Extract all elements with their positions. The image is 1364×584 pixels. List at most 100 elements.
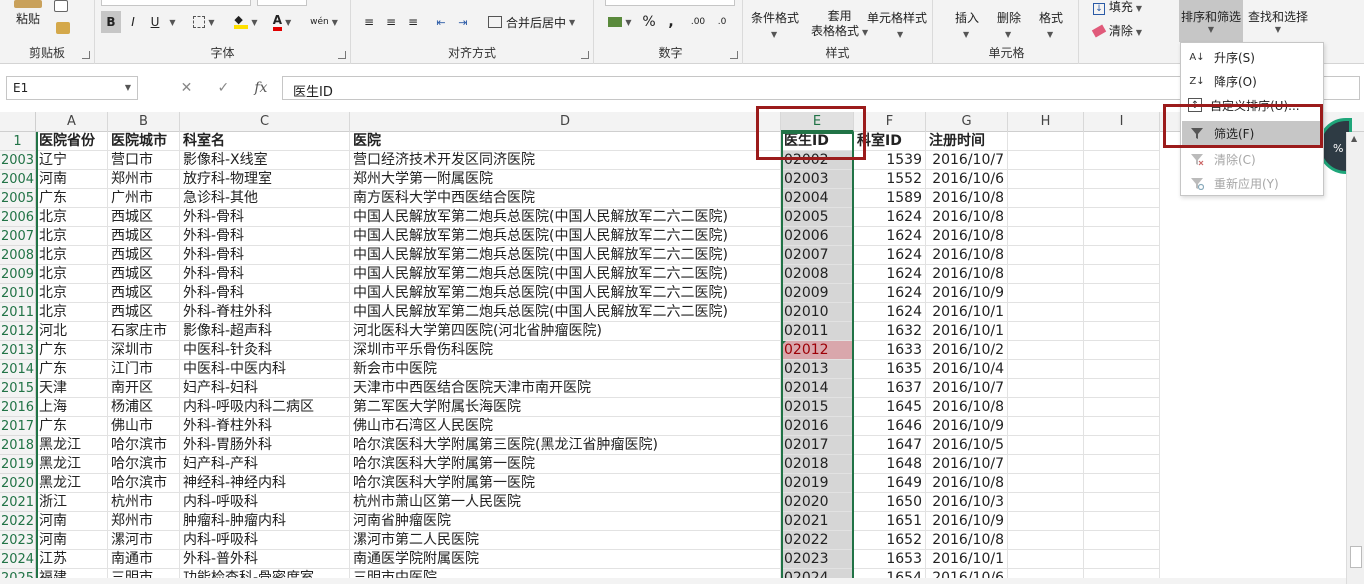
cell-h[interactable] — [1008, 170, 1084, 189]
cell-a[interactable]: 广东 — [36, 341, 108, 360]
cell-a[interactable]: 黑龙江 — [36, 436, 108, 455]
cell-h[interactable] — [1008, 531, 1084, 550]
cell-e[interactable]: 02013 — [781, 360, 854, 379]
fill-button[interactable]: ↓ 填充 ▼ — [1093, 0, 1142, 15]
cell-h[interactable] — [1008, 322, 1084, 341]
cell-h[interactable] — [1008, 493, 1084, 512]
alignment-launcher-icon[interactable] — [581, 51, 589, 59]
cell-g[interactable]: 2016/10/5 — [926, 436, 1008, 455]
cell-h[interactable] — [1008, 436, 1084, 455]
cell-a[interactable]: 北京 — [36, 246, 108, 265]
cell-i[interactable] — [1084, 436, 1160, 455]
cell-a[interactable]: 广东 — [36, 189, 108, 208]
cell-d[interactable]: 深圳市平乐骨伤科医院 — [350, 341, 781, 360]
cell-h[interactable] — [1008, 265, 1084, 284]
cell-i[interactable] — [1084, 246, 1160, 265]
cell-c[interactable]: 肿瘤科-肿瘤内科 — [180, 512, 350, 531]
cell-d[interactable]: 营口经济技术开发区同济医院 — [350, 151, 781, 170]
cell-g[interactable]: 2016/10/8 — [926, 474, 1008, 493]
cell-i[interactable] — [1084, 474, 1160, 493]
cell-i[interactable] — [1084, 379, 1160, 398]
cell-b[interactable]: 西城区 — [108, 246, 180, 265]
cell-b[interactable]: 医院城市 — [108, 132, 180, 151]
cell-a[interactable]: 上海 — [36, 398, 108, 417]
cell-c[interactable]: 中医科-针灸科 — [180, 341, 350, 360]
cell-d[interactable]: 中国人民解放军第二炮兵总医院(中国人民解放军二六二医院) — [350, 227, 781, 246]
cell-c[interactable]: 放疗科-物理室 — [180, 170, 350, 189]
cell-i[interactable] — [1084, 531, 1160, 550]
cell-d[interactable]: 中国人民解放军第二炮兵总医院(中国人民解放军二六二医院) — [350, 265, 781, 284]
row-header[interactable]: 2005 — [0, 189, 36, 208]
cell-a[interactable]: 河北 — [36, 322, 108, 341]
cell-h[interactable] — [1008, 341, 1084, 360]
cell-i[interactable] — [1084, 341, 1160, 360]
cell-c[interactable]: 外科-骨科 — [180, 227, 350, 246]
clipboard-launcher-icon[interactable] — [82, 51, 90, 59]
format-painter-icon[interactable] — [56, 22, 70, 34]
cell-g[interactable]: 2016/10/1 — [926, 550, 1008, 569]
cell-h[interactable] — [1008, 455, 1084, 474]
font-name-select[interactable] — [101, 0, 251, 6]
font-launcher-icon[interactable] — [338, 51, 346, 59]
cell-c[interactable]: 妇产科-妇科 — [180, 379, 350, 398]
cell-h[interactable] — [1008, 417, 1084, 436]
cell-e[interactable]: 02014 — [781, 379, 854, 398]
row-header[interactable]: 2015 — [0, 379, 36, 398]
cell-h[interactable] — [1008, 512, 1084, 531]
phonetic-button[interactable]: wén ▼ — [307, 11, 341, 33]
cell-d[interactable]: 医院 — [350, 132, 781, 151]
cell-f[interactable]: 1647 — [854, 436, 926, 455]
cell-d[interactable]: 中国人民解放军第二炮兵总医院(中国人民解放军二六二医院) — [350, 208, 781, 227]
cell-c[interactable]: 外科-脊柱外科 — [180, 417, 350, 436]
scroll-up-icon[interactable]: ▲ — [1351, 134, 1357, 143]
cell-a[interactable]: 北京 — [36, 227, 108, 246]
cell-i[interactable] — [1084, 227, 1160, 246]
cell-a[interactable]: 河南 — [36, 170, 108, 189]
cell-e[interactable]: 02005 — [781, 208, 854, 227]
column-header-b[interactable]: B — [108, 112, 180, 132]
row-header[interactable]: 2014 — [0, 360, 36, 379]
cell-c[interactable]: 外科-胃肠外科 — [180, 436, 350, 455]
font-color-button[interactable]: A ▼ — [265, 11, 299, 33]
cell-a[interactable]: 辽宁 — [36, 151, 108, 170]
underline-dropdown-icon[interactable]: ▼ — [165, 11, 177, 33]
cell-i[interactable] — [1084, 493, 1160, 512]
cell-i[interactable] — [1084, 512, 1160, 531]
cell-b[interactable]: 营口市 — [108, 151, 180, 170]
cell-g[interactable]: 2016/10/7 — [926, 151, 1008, 170]
cell-h[interactable] — [1008, 208, 1084, 227]
cell-i[interactable] — [1084, 284, 1160, 303]
cell-f[interactable]: 1646 — [854, 417, 926, 436]
merge-center-button[interactable]: 合并后居中 ▼ — [485, 11, 587, 33]
cell-c[interactable]: 外科-骨科 — [180, 265, 350, 284]
cell-a[interactable]: 河南 — [36, 531, 108, 550]
comma-style-button[interactable]: , — [661, 11, 681, 33]
row-header[interactable]: 2008 — [0, 246, 36, 265]
cell-d[interactable]: 中国人民解放军第二炮兵总医院(中国人民解放军二六二医院) — [350, 284, 781, 303]
cell-d[interactable]: 新会市中医院 — [350, 360, 781, 379]
cell-h[interactable] — [1008, 474, 1084, 493]
cell-e[interactable]: 02019 — [781, 474, 854, 493]
cell-c[interactable]: 内科-呼吸科 — [180, 531, 350, 550]
cell-g[interactable]: 2016/10/3 — [926, 493, 1008, 512]
cell-e[interactable]: 02021 — [781, 512, 854, 531]
cell-b[interactable]: 南开区 — [108, 379, 180, 398]
clear-button[interactable]: 清除 ▼ — [1091, 22, 1142, 39]
cell-h[interactable] — [1008, 360, 1084, 379]
cell-c[interactable]: 内科-呼吸内科二病区 — [180, 398, 350, 417]
cell-c[interactable]: 神经科-神经内科 — [180, 474, 350, 493]
cell-e[interactable]: 02006 — [781, 227, 854, 246]
cell-f[interactable]: 1652 — [854, 531, 926, 550]
cell-g[interactable]: 2016/10/6 — [926, 170, 1008, 189]
cell-f[interactable]: 1624 — [854, 303, 926, 322]
worksheet-grid[interactable]: ABCDEFGHI 1 医院省份 医院城市 科室名 医院 医生ID 科室ID 注册时间 2003… — [0, 112, 1364, 584]
cancel-icon[interactable]: ✕ — [181, 80, 193, 96]
cell-d[interactable]: 哈尔滨医科大学附属第三医院(黑龙江省肿瘤医院) — [350, 436, 781, 455]
cell-a[interactable]: 浙江 — [36, 493, 108, 512]
decrease-indent-button[interactable]: ⇤ — [431, 11, 451, 33]
cell-f[interactable]: 1635 — [854, 360, 926, 379]
cell-a[interactable]: 黑龙江 — [36, 474, 108, 493]
cell-i[interactable] — [1084, 265, 1160, 284]
align-right-button[interactable]: ≡ — [403, 11, 423, 33]
row-header[interactable]: 2013 — [0, 341, 36, 360]
